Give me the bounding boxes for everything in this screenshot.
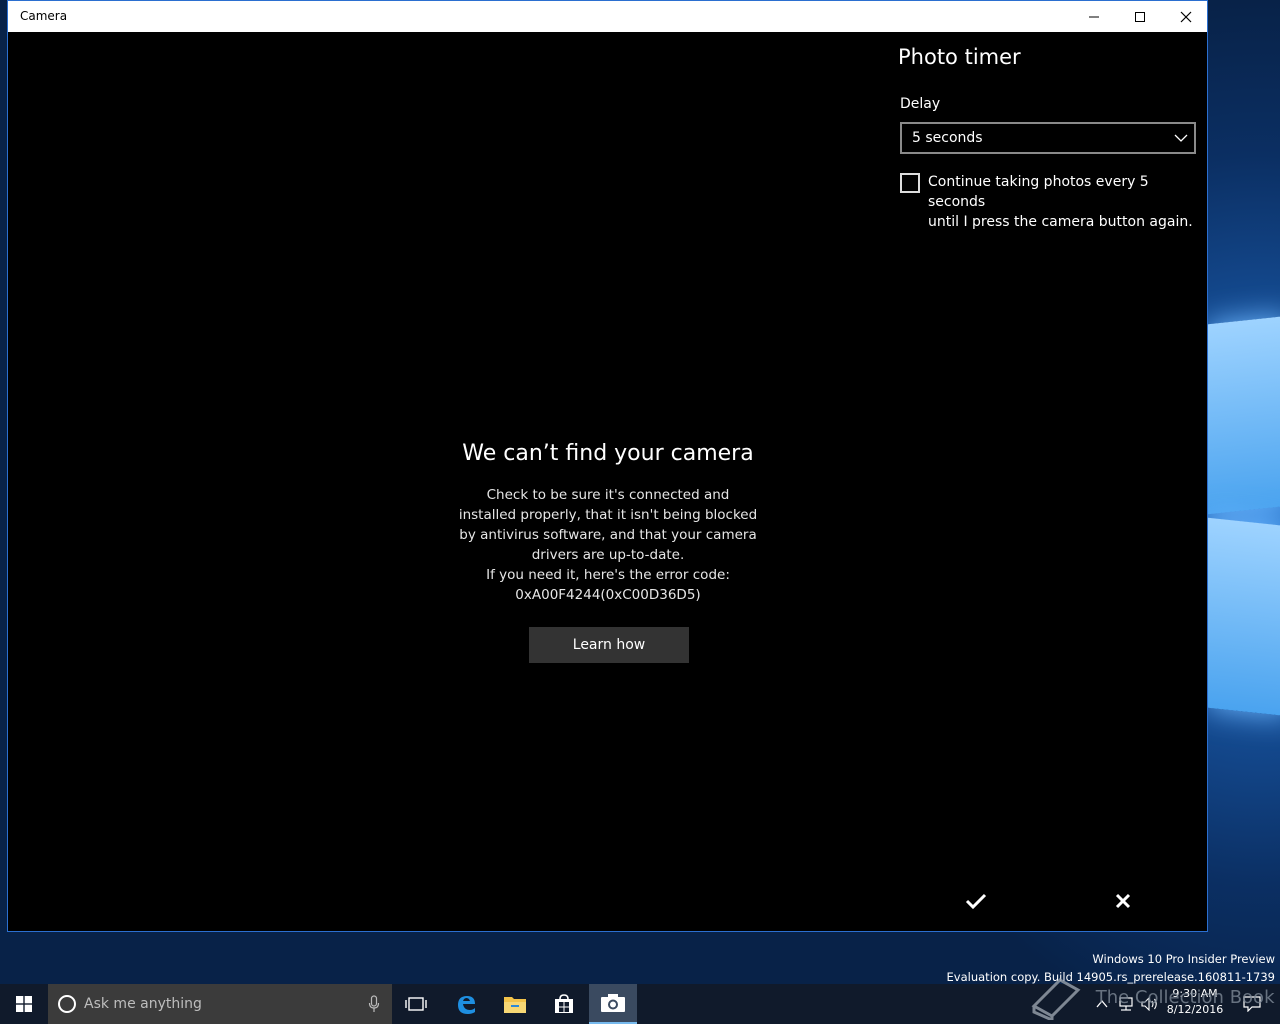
folder-icon	[504, 997, 526, 1013]
error-line: drivers are up-to-date.	[531, 547, 685, 563]
windows-logo-wallpaper	[1208, 300, 1280, 720]
start-button[interactable]	[0, 984, 48, 1024]
error-line: Check to be sure it's connected and	[486, 487, 730, 503]
delay-label: Delay	[900, 96, 941, 112]
collection-book-watermark: The Collection Book	[1030, 976, 1275, 1023]
close-icon	[1115, 893, 1131, 909]
error-line: installed properly, that it isn't being …	[458, 507, 758, 523]
delay-selected-value: 5 seconds	[912, 130, 983, 146]
edge-browser-icon	[458, 996, 475, 1014]
close-button[interactable]	[1163, 1, 1209, 32]
continuous-photos-checkbox[interactable]	[900, 173, 920, 193]
continuous-label-line: until I press the camera button again.	[928, 214, 1193, 230]
cancel-button[interactable]	[1103, 881, 1143, 921]
checkmark-icon	[965, 893, 987, 910]
taskbar-file-explorer-button[interactable]	[491, 984, 539, 1024]
task-view-icon	[405, 997, 427, 1011]
search-placeholder: Ask me anything	[84, 996, 202, 1012]
error-line: If you need it, here's the error code:	[486, 567, 730, 583]
error-code: 0xA00F4244(0xC00D36D5)	[515, 587, 701, 603]
taskbar-edge-button[interactable]	[442, 984, 490, 1024]
minimize-icon	[1089, 16, 1099, 17]
confirm-button[interactable]	[956, 881, 996, 921]
cortana-icon	[58, 995, 76, 1013]
window-title: Camera	[20, 9, 68, 23]
taskbar-camera-button[interactable]	[589, 984, 637, 1024]
error-message: Check to be sure it's connected and inst…	[448, 485, 768, 605]
error-title: We can’t find your camera	[462, 441, 754, 466]
watermark-edition: Windows 10 Pro Insider Preview	[1092, 952, 1275, 966]
microphone-icon[interactable]	[368, 995, 380, 1013]
learn-how-button[interactable]: Learn how	[529, 627, 689, 663]
continuous-photos-label[interactable]: Continue taking photos every 5 seconds u…	[928, 172, 1203, 232]
task-view-button[interactable]	[392, 984, 440, 1024]
photo-timer-title: Photo timer	[898, 45, 1021, 69]
store-icon	[555, 994, 573, 1013]
maximize-icon	[1135, 11, 1145, 22]
minimize-button[interactable]	[1071, 1, 1117, 32]
windows-start-icon	[16, 996, 32, 1012]
title-bar[interactable]: Camera	[8, 1, 1207, 32]
close-icon	[1180, 11, 1192, 22]
book-icon	[1031, 978, 1081, 1023]
cortana-search-box[interactable]: Ask me anything	[48, 984, 392, 1024]
error-line: by antivirus software, and that your cam…	[459, 527, 757, 543]
camera-window: Camera We can’t find your camera Check t…	[7, 0, 1208, 932]
continuous-label-line: Continue taking photos every 5 seconds	[928, 174, 1149, 210]
maximize-button[interactable]	[1117, 1, 1163, 32]
watermark-brand: The Collection Book	[1095, 987, 1275, 1008]
delay-dropdown[interactable]: 5 seconds	[900, 122, 1196, 154]
taskbar-store-button[interactable]	[540, 984, 588, 1024]
chevron-down-icon	[1174, 134, 1188, 142]
camera-icon	[601, 994, 625, 1012]
